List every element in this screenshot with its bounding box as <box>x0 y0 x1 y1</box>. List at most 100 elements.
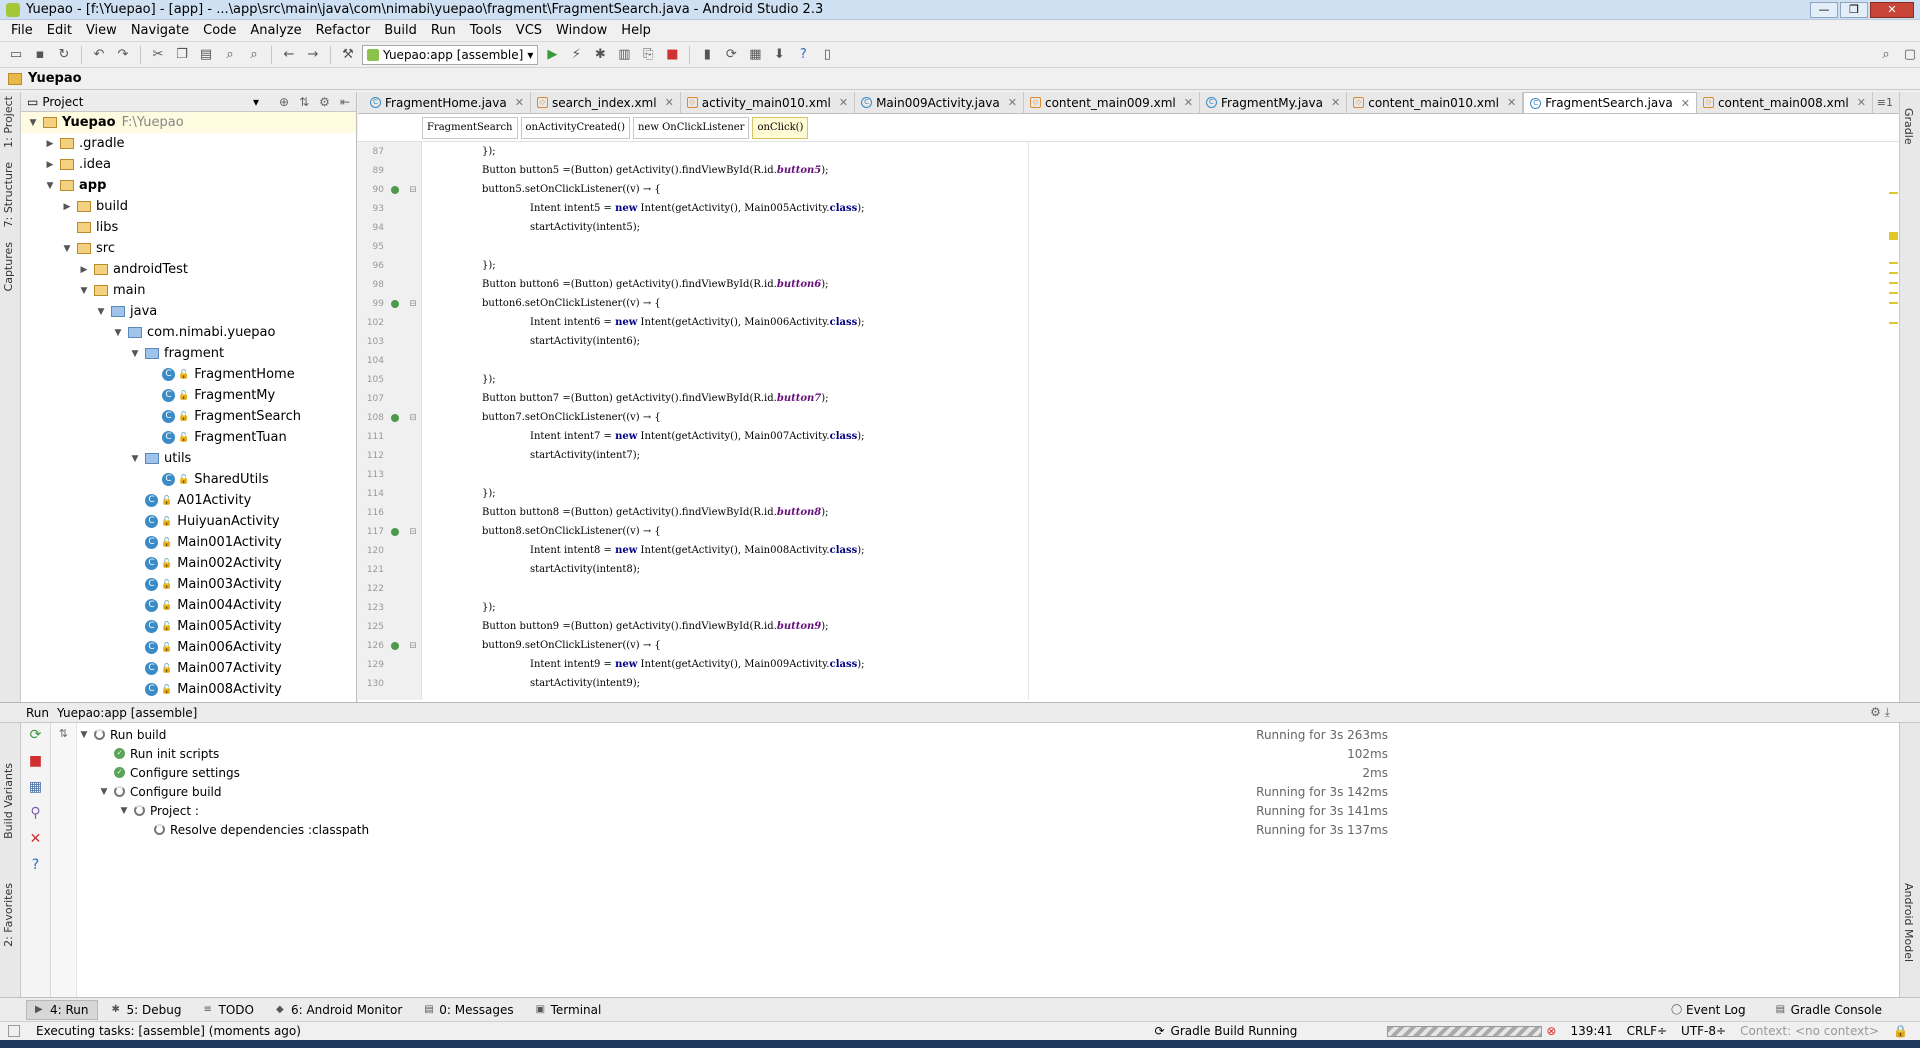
code-line[interactable]: 111 Intent intent7 = new Intent(getActivi… <box>358 427 1858 446</box>
close-button[interactable]: ✕ <box>1870 1 1914 18</box>
hide-panel-icon[interactable]: ⇤ <box>340 95 350 109</box>
fold-icon[interactable]: ⊟ <box>406 299 420 309</box>
find-icon[interactable]: ⌕ <box>220 45 240 65</box>
tree-node[interactable]: C 🔓 FragmentMy <box>21 385 356 406</box>
redo-icon[interactable]: ↷ <box>113 45 133 65</box>
build-tree-row[interactable]: ✓ Run init scripts 102ms <box>78 744 1388 763</box>
tree-node[interactable]: C 🔓 A01Activity <box>21 490 356 511</box>
tree-node[interactable]: C 🔓 Main002Activity <box>21 553 356 574</box>
menu-window[interactable]: Window <box>549 23 614 38</box>
expand-arrow-icon[interactable]: ▼ <box>95 307 107 317</box>
close-tab-icon[interactable]: ✕ <box>515 96 524 109</box>
sort-icon[interactable]: ⇅ <box>59 727 68 998</box>
editor-tab[interactable]: C FragmentMy.java ✕ <box>1200 92 1348 113</box>
expand-arrow-icon[interactable]: ▼ <box>27 118 39 128</box>
rerun-icon[interactable]: ⟳ <box>30 727 42 743</box>
close-tab-icon[interactable]: ✕ <box>665 96 674 109</box>
tree-node[interactable]: ▼ com.nimabi.yuepao <box>21 322 356 343</box>
menu-refactor[interactable]: Refactor <box>309 23 378 38</box>
line-separator[interactable]: CRLF÷ <box>1627 1024 1667 1038</box>
editor-tab[interactable]: ◇ content_main010.xml ✕ <box>1347 92 1524 113</box>
code-line[interactable]: 95 <box>358 237 1858 256</box>
warning-mark[interactable] <box>1889 232 1898 240</box>
code-line[interactable]: 87}); <box>358 142 1858 161</box>
menu-build[interactable]: Build <box>377 23 424 38</box>
tree-node[interactable]: C 🔓 FragmentTuan <box>21 427 356 448</box>
save-icon[interactable]: ▪ <box>30 45 50 65</box>
expand-arrow-icon[interactable]: ▼ <box>78 286 90 296</box>
tree-node[interactable]: libs <box>21 217 356 238</box>
close-tab-icon[interactable]: ✕ <box>1507 96 1516 109</box>
maximize-button[interactable]: ❐ <box>1840 1 1868 18</box>
code-line[interactable]: 104 <box>358 351 1858 370</box>
expand-arrow-icon[interactable]: ▼ <box>118 806 130 816</box>
context-indicator[interactable]: Context: <no context> <box>1740 1024 1879 1038</box>
tree-node[interactable]: ▼ java <box>21 301 356 322</box>
code-line[interactable]: 122 <box>358 579 1858 598</box>
override-icon[interactable] <box>391 527 399 536</box>
debug-icon[interactable]: ✱ <box>590 45 610 65</box>
cancel-icon[interactable]: ⊗ <box>1546 1024 1556 1038</box>
build-tree-row[interactable]: ▼ Project : Running for 3s 141ms <box>78 801 1388 820</box>
build-step[interactable]: ✓ Run init scripts <box>78 747 1148 761</box>
collapse-arrow-icon[interactable]: ▶ <box>44 160 56 170</box>
error-stripe[interactable] <box>1887 192 1899 700</box>
tool-window-6-android-monitor[interactable]: ◆ 6: Android Monitor <box>268 1001 410 1019</box>
pin-icon[interactable]: ⚲ <box>30 805 40 821</box>
tab-list-menu[interactable]: ≡1 <box>1877 96 1899 109</box>
build-tree-row[interactable]: Resolve dependencies :classpath Running f… <box>78 820 1388 839</box>
code-line[interactable]: 103 startActivity(intent6); <box>358 332 1858 351</box>
tree-node[interactable]: C 🔓 SharedUtils <box>21 469 356 490</box>
tool-window-todo[interactable]: ≡ TODO <box>195 1001 261 1019</box>
tool-window-terminal[interactable]: ▣ Terminal <box>528 1001 610 1019</box>
code-line[interactable]: 89 Button button5 =(Button) getActivity()… <box>358 161 1858 180</box>
attach-debugger-icon[interactable]: ⎘ <box>638 45 658 65</box>
tree-node[interactable]: C 🔓 HuiyuanActivity <box>21 511 356 532</box>
sdk-manager-icon[interactable]: ⬇ <box>769 45 789 65</box>
tree-node[interactable]: ▼ src <box>21 238 356 259</box>
tool-window-4-run[interactable]: ▶ 4: Run <box>26 999 98 1020</box>
menu-edit[interactable]: Edit <box>40 23 79 38</box>
editor-tab[interactable]: ◇ content_main009.xml ✕ <box>1024 92 1200 113</box>
editor-tab[interactable]: ◇ search_index.xml ✕ <box>531 92 681 113</box>
menu-view[interactable]: View <box>79 23 124 38</box>
status-background-task[interactable]: Gradle Build Running <box>1171 1024 1298 1038</box>
event-log-icon[interactable]: ▢ <box>1900 45 1920 65</box>
paste-icon[interactable]: ▤ <box>196 45 216 65</box>
sync-scroll-icon[interactable]: ⊕ <box>279 95 289 109</box>
code-line[interactable]: 114}); <box>358 484 1858 503</box>
expand-arrow-icon[interactable]: ▼ <box>78 730 90 740</box>
collapse-arrow-icon[interactable]: ▶ <box>44 139 56 149</box>
code-line[interactable]: 94 startActivity(intent5); <box>358 218 1858 237</box>
run-configuration-select[interactable]: Yuepao:app [assemble] ▾ <box>362 44 539 65</box>
copy-icon[interactable]: ❐ <box>172 45 192 65</box>
code-line[interactable]: 99 ⊟ button6.setOnClickListener((v) → { <box>358 294 1858 313</box>
editor-tab[interactable]: C FragmentSearch.java ✕ <box>1523 92 1697 113</box>
make-project-icon[interactable]: ⚒ <box>338 45 358 65</box>
code-line[interactable]: 129 Intent intent9 = new Intent(getActivi… <box>358 655 1858 674</box>
lock-icon[interactable]: 🔒 <box>1893 1024 1908 1038</box>
editor-tab[interactable]: C Main009Activity.java ✕ <box>855 92 1024 113</box>
run-icon[interactable]: ▶ <box>542 45 562 65</box>
code-area[interactable]: 87}); 89 Button button5 =(Button) getActiv… <box>358 142 1899 700</box>
caret-position[interactable]: 139:41 <box>1570 1024 1612 1038</box>
tree-node[interactable]: ▶ androidTest <box>21 259 356 280</box>
code-line[interactable]: 126 ⊟ button9.setOnClickListener((v) → { <box>358 636 1858 655</box>
back-icon[interactable]: ← <box>279 45 299 65</box>
fold-icon[interactable]: ⊟ <box>406 185 420 195</box>
tree-node[interactable]: ▼ utils <box>21 448 356 469</box>
code-line[interactable]: 93 Intent intent5 = new Intent(getActivit… <box>358 199 1858 218</box>
stop-icon[interactable]: ■ <box>29 753 42 769</box>
tree-node[interactable]: ▼ main <box>21 280 356 301</box>
override-icon[interactable] <box>391 413 399 422</box>
editor-tab[interactable]: ◇ activity_main010.xml ✕ <box>681 92 856 113</box>
tree-node[interactable]: ▶ .idea <box>21 154 356 175</box>
code-line[interactable]: 130 startActivity(intent9); <box>358 674 1858 693</box>
tree-node[interactable]: ▼ fragment <box>21 343 356 364</box>
gear-icon[interactable]: ⚙ <box>319 95 330 109</box>
expand-arrow-icon[interactable]: ▼ <box>98 787 110 797</box>
gutter-marker[interactable] <box>384 527 406 536</box>
warning-mark[interactable] <box>1889 302 1898 304</box>
gutter-marker[interactable] <box>384 299 406 308</box>
override-icon[interactable] <box>391 185 399 194</box>
